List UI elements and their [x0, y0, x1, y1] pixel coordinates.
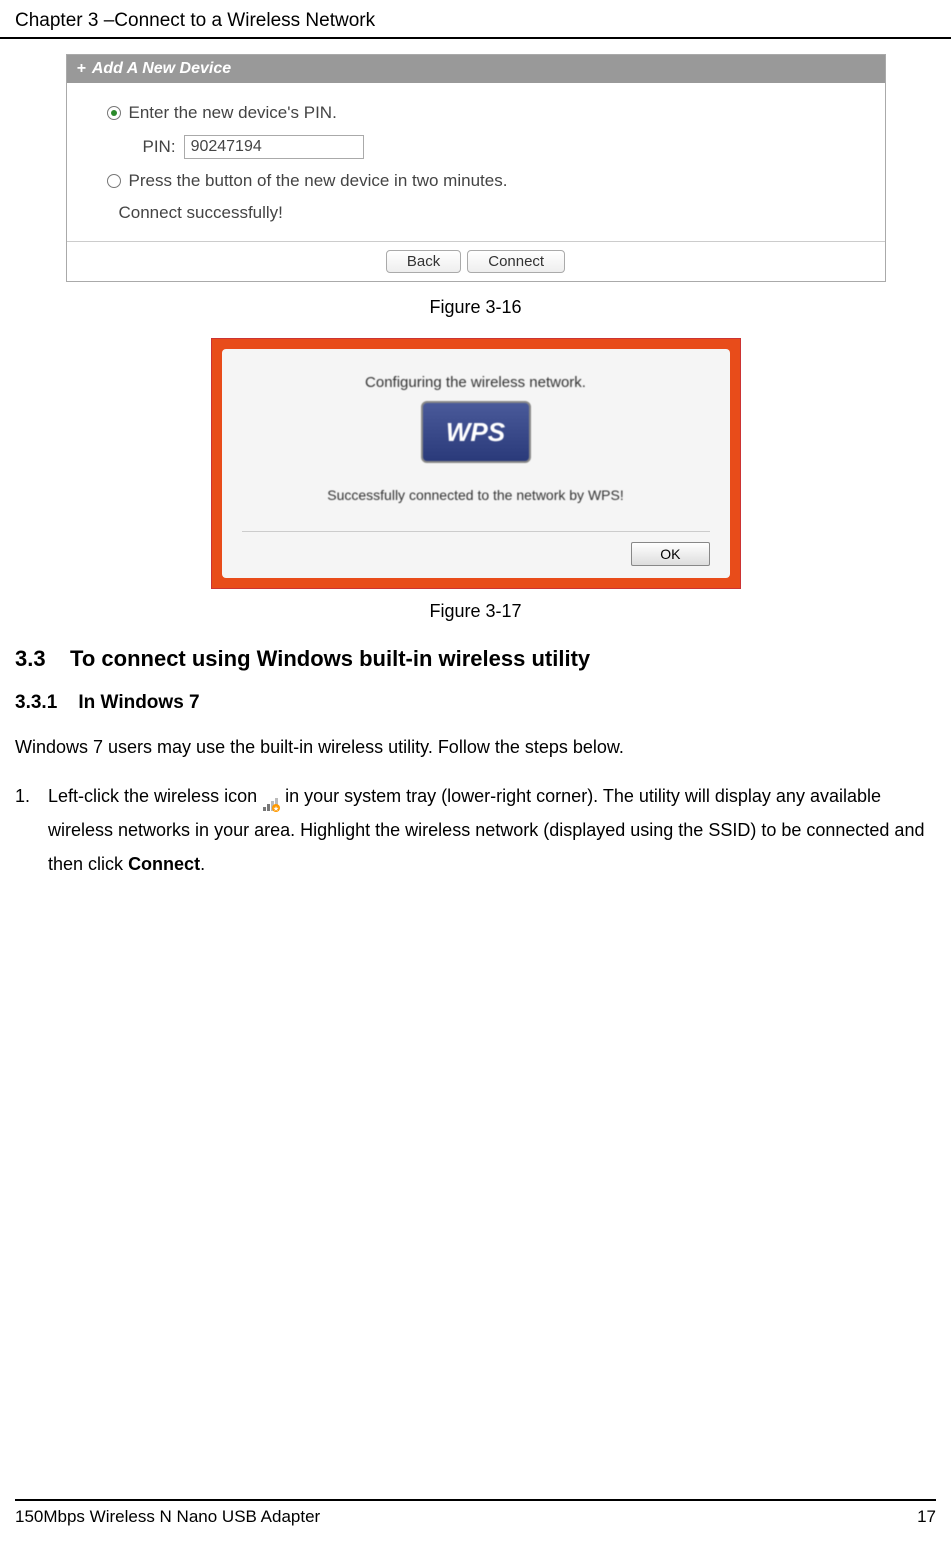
- add-device-dialog: + Add A New Device Enter the new device'…: [66, 54, 886, 282]
- connect-success-message: Connect successfully!: [119, 203, 855, 223]
- step-1: 1. Left-click the wireless icon ★ in you…: [15, 779, 936, 882]
- section-number: 3.3: [15, 646, 46, 671]
- connect-bold: Connect: [128, 854, 200, 874]
- back-button[interactable]: Back: [386, 250, 461, 273]
- ok-button[interactable]: OK: [631, 542, 709, 566]
- intro-paragraph: Windows 7 users may use the built-in wir…: [15, 734, 936, 761]
- subsection-heading: 3.3.1 In Windows 7: [15, 692, 936, 714]
- section-title: To connect using Windows built-in wirele…: [70, 646, 590, 671]
- step-text-before: Left-click the wireless icon: [48, 786, 262, 806]
- wps-success-text: Successfully connected to the network by…: [242, 487, 710, 503]
- svg-text:★: ★: [273, 805, 279, 812]
- wps-config-text: Configuring the wireless network.: [242, 374, 710, 391]
- radio-button-label: Press the button of the new device in tw…: [129, 171, 508, 191]
- subsection-title: In Windows 7: [78, 692, 199, 713]
- radio-option-pin[interactable]: Enter the new device's PIN.: [107, 103, 855, 123]
- footer-page-number: 17: [917, 1507, 936, 1527]
- chapter-title: Chapter 3 –Connect to a Wireless Network: [15, 10, 375, 31]
- page-footer: 150Mbps Wireless N Nano USB Adapter 17: [15, 1499, 936, 1527]
- wps-dialog: Configuring the wireless network. WPS Su…: [211, 338, 741, 589]
- pin-input[interactable]: 90247194: [184, 135, 364, 159]
- radio-unselected-icon: [107, 174, 121, 188]
- connect-button[interactable]: Connect: [467, 250, 565, 273]
- wps-logo-icon: WPS: [421, 401, 531, 463]
- section-heading: 3.3 To connect using Windows built-in wi…: [15, 646, 936, 672]
- radio-pin-label: Enter the new device's PIN.: [129, 103, 337, 123]
- page-header: Chapter 3 –Connect to a Wireless Network: [0, 0, 951, 39]
- wireless-tray-icon: ★: [262, 789, 280, 805]
- plus-icon: +: [77, 60, 86, 78]
- figure-caption-3-17: Figure 3-17: [15, 601, 936, 622]
- pin-label: PIN:: [143, 137, 176, 157]
- step-text-end: .: [200, 854, 205, 874]
- subsection-number: 3.3.1: [15, 692, 57, 713]
- radio-selected-icon: [107, 106, 121, 120]
- step-number: 1.: [15, 779, 30, 882]
- dialog-title: Add A New Device: [92, 60, 231, 78]
- figure-caption-3-16: Figure 3-16: [15, 297, 936, 318]
- radio-option-button[interactable]: Press the button of the new device in tw…: [107, 171, 855, 191]
- footer-product: 150Mbps Wireless N Nano USB Adapter: [15, 1507, 320, 1527]
- dialog-title-bar: + Add A New Device: [67, 55, 885, 83]
